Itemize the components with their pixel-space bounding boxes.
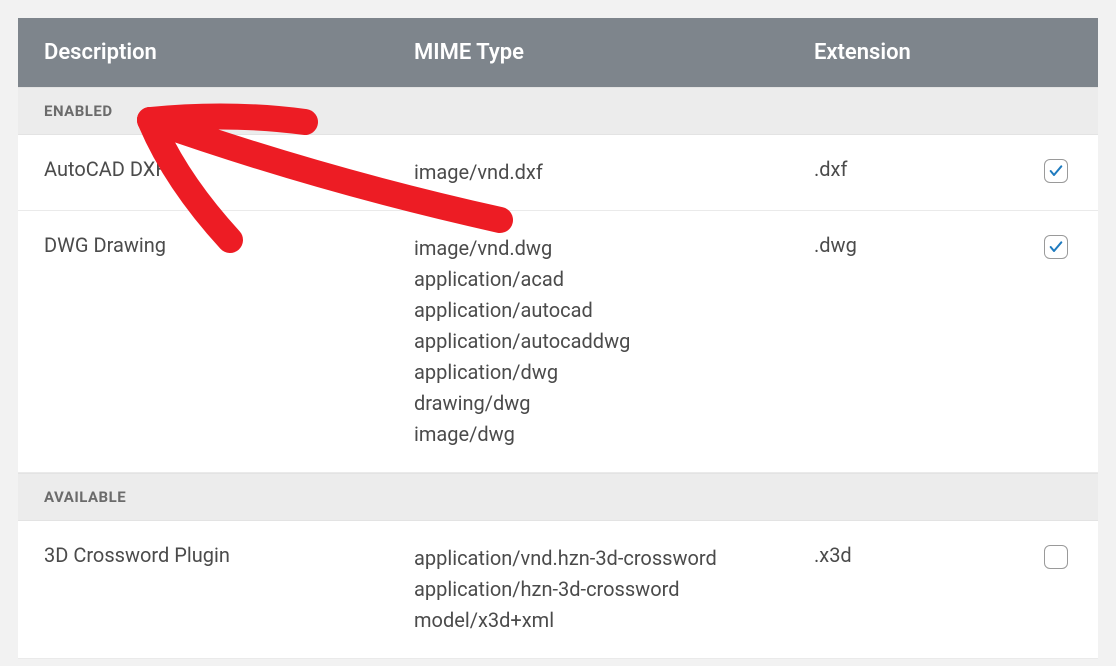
row-extension: .dwg: [788, 211, 998, 472]
mime-value: image/dwg: [414, 419, 762, 450]
mime-value: image/vnd.dxf: [414, 157, 762, 188]
row-description: 3D Crossword Plugin: [18, 521, 388, 658]
mime-value: application/autocaddwg: [414, 326, 762, 357]
mime-value: drawing/dwg: [414, 388, 762, 419]
header-checkbox-spacer: [998, 18, 1098, 87]
checkmark-icon: [1048, 239, 1064, 255]
row-extension: .x3d: [788, 521, 998, 658]
mime-value: application/autocad: [414, 295, 762, 326]
mime-value: application/dwg: [414, 357, 762, 388]
table-header-row: Description MIME Type Extension: [18, 18, 1098, 87]
row-mime-list: application/vnd.hzn-3d-crossword applica…: [388, 521, 788, 658]
enable-checkbox[interactable]: [1044, 235, 1068, 259]
mime-value: application/vnd.hzn-3d-crossword: [414, 543, 762, 574]
mime-types-table: Description MIME Type Extension ENABLED …: [18, 18, 1098, 659]
mime-value: image/vnd.dwg: [414, 233, 762, 264]
row-description: AutoCAD DXF: [18, 135, 388, 210]
row-mime-list: image/vnd.dxf: [388, 135, 788, 210]
header-extension: Extension: [788, 18, 998, 87]
checkmark-icon: [1048, 163, 1064, 179]
table-row: 3D Crossword Plugin application/vnd.hzn-…: [18, 521, 1098, 659]
mime-value: model/x3d+xml: [414, 605, 762, 636]
row-mime-list: image/vnd.dwg application/acad applicati…: [388, 211, 788, 472]
table-row: DWG Drawing image/vnd.dwg application/ac…: [18, 211, 1098, 473]
table-row: AutoCAD DXF image/vnd.dxf .dxf: [18, 135, 1098, 211]
enable-checkbox[interactable]: [1044, 545, 1068, 569]
enable-checkbox[interactable]: [1044, 159, 1068, 183]
row-description: DWG Drawing: [18, 211, 388, 472]
mime-value: application/acad: [414, 264, 762, 295]
header-mime-type: MIME Type: [388, 18, 788, 87]
section-header-available: AVAILABLE: [18, 473, 1098, 521]
section-header-enabled: ENABLED: [18, 87, 1098, 135]
row-extension: .dxf: [788, 135, 998, 210]
mime-value: application/hzn-3d-crossword: [414, 574, 762, 605]
header-description: Description: [18, 18, 388, 87]
